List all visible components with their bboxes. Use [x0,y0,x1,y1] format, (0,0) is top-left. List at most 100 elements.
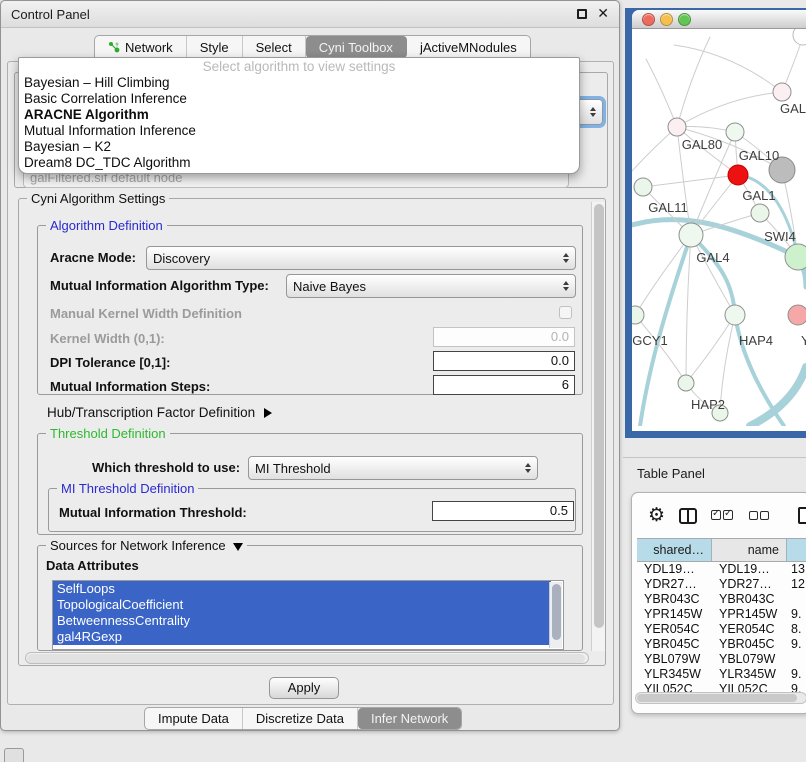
network-node[interactable] [788,305,806,325]
gear-icon[interactable]: ⚙ [648,506,665,525]
tab-label: Select [256,40,292,55]
list-scrollbar-thumb[interactable] [552,584,561,640]
attribute-item[interactable]: gal4RGexp [53,629,551,645]
tab-style[interactable]: Style [187,36,243,58]
close-traffic-light-icon[interactable] [642,13,655,26]
network-node[interactable] [728,165,748,185]
tab-network[interactable]: Network [95,36,187,58]
table-row[interactable]: YDL19…YDL19…13 [637,562,806,577]
column-header[interactable] [787,539,806,561]
dpi-tolerance-label: DPI Tolerance [0,1]: [50,355,170,370]
table-row[interactable]: YBL079WYBL079W [637,652,806,667]
table-row[interactable]: YLR345WYLR345W9. [637,667,806,682]
settings-vertical-scrollbar[interactable] [591,202,605,651]
node-label: GAL4 [696,250,729,265]
settings-hscroll-thumb[interactable] [27,654,585,663]
column-layout-icon[interactable] [679,508,697,524]
which-threshold-combo[interactable]: MI Threshold [248,456,538,480]
network-node[interactable] [725,305,745,325]
network-edge[interactable] [677,37,710,127]
node-label: GAL1 [742,188,775,203]
aracne-mode-combo[interactable]: Discovery [146,246,576,270]
network-node[interactable] [668,118,686,136]
collapsed-arrow-icon[interactable] [264,408,272,418]
algorithm-option[interactable]: Basic Correlation Inference [19,91,579,107]
network-edge[interactable] [643,175,738,187]
manual-kernel-checkbox[interactable] [559,306,572,319]
network-edge[interactable] [677,92,782,127]
float-panel-icon[interactable] [577,9,587,19]
tab-select[interactable]: Select [243,36,306,58]
table-row[interactable]: YPR145WYPR145W9. [637,607,806,622]
algorithm-option[interactable]: Bayesian – Hill Climbing [19,75,579,91]
close-icon[interactable]: ✕ [597,5,609,22]
minimize-traffic-light-icon[interactable] [660,13,673,26]
algorithm-option[interactable]: Bayesian – K2 [19,139,579,155]
table-horizontal-scrollbar[interactable] [635,692,806,704]
attribute-item[interactable]: BetweennessCentrality [53,613,551,629]
table-row[interactable]: YBR045CYBR045C9. [637,637,806,652]
sources-legend: Sources for Network Inference [46,538,247,553]
dpi-tolerance-field[interactable]: 0.0 [433,351,575,371]
network-node[interactable] [785,244,806,270]
network-edge[interactable] [635,235,691,315]
document-icon[interactable] [798,507,806,524]
network-node[interactable] [634,178,652,196]
network-edge[interactable] [646,59,677,127]
expanded-arrow-icon[interactable] [233,543,243,551]
control-panel-titlebar: Control Panel ✕ [1,1,619,28]
settings-vscroll-thumb[interactable] [594,204,604,628]
network-node[interactable] [793,29,806,45]
tab-jactivemnodules[interactable]: jActiveMNodules [407,36,530,58]
table-cell: YBR043C [712,592,787,607]
tab-discretize-data[interactable]: Discretize Data [243,708,358,729]
top-tab-bar: Network Style Select Cyni ToolboxjActiveMNo… [94,35,531,59]
column-header[interactable]: name [712,539,787,561]
select-all-checkboxes-icon[interactable] [711,507,735,525]
table-row[interactable]: YER054CYER054C8. [637,622,806,637]
table-hscroll-thumb[interactable] [637,694,797,702]
hub-definition-toggle[interactable]: Hub/Transcription Factor Definition [47,405,272,420]
network-edge[interactable] [691,235,735,315]
network-node[interactable] [678,375,694,391]
table-toolbar: ⚙ [632,493,806,538]
algorithm-option[interactable]: ARACNE Algorithm [19,107,579,123]
attribute-item[interactable]: TopologicalCoefficient [53,597,551,613]
table-cell: 9. [787,637,806,652]
table-cell: YBL079W [637,652,712,667]
network-edge[interactable] [686,235,691,383]
network-node[interactable] [751,204,769,222]
table-row[interactable]: YBR043CYBR043C [637,592,806,607]
manual-kernel-label: Manual Kernel Width Definition [50,306,242,321]
table-cell: 9. [787,607,806,622]
table-panel: ⚙ shared…name YDL19…YDL19…13YDR27…YDR27…… [631,492,806,714]
network-node[interactable] [726,123,744,141]
tab-impute-data[interactable]: Impute Data [145,708,243,729]
network-icon [108,41,120,53]
combo-arrows-icon [557,281,569,291]
network-node[interactable] [773,83,791,101]
mi-steps-field[interactable]: 6 [433,375,575,395]
tab-infer-network[interactable]: Infer Network [358,708,461,729]
table-row[interactable]: YDR27…YDR27…12 [637,577,806,592]
tab-cyni-toolbox[interactable]: Cyni Toolbox [306,36,407,58]
settings-horizontal-scrollbar[interactable] [25,652,589,664]
tab-label: Network [125,40,173,55]
list-scrollbar[interactable] [549,582,562,648]
data-attributes-list[interactable]: SelfLoopsTopologicalCoefficientBetweenne… [52,580,564,650]
attribute-item[interactable]: SelfLoops [53,581,551,597]
zoom-traffic-light-icon[interactable] [678,13,691,26]
corner-panel-icon[interactable] [4,748,24,762]
mi-threshold-label: Mutual Information Threshold: [59,505,247,520]
column-header[interactable]: shared… [637,539,712,561]
sources-legend-text: Sources for Network Inference [50,538,226,553]
mi-threshold-field[interactable]: 0.5 [432,501,574,521]
network-node[interactable] [679,223,703,247]
network-canvas[interactable]: GALGAL80GAL10GAL1GAL11SWI4GAL4GCY1HAP4YH… [632,29,806,431]
mi-type-combo[interactable]: Naive Bayes [286,274,576,298]
algorithm-option[interactable]: Mutual Information Inference [19,123,579,139]
network-node[interactable] [632,306,644,324]
algorithm-option[interactable]: Dream8 DC_TDC Algorithm [19,155,579,171]
apply-button[interactable]: Apply [269,677,339,699]
deselect-all-checkboxes-icon[interactable] [749,507,771,525]
